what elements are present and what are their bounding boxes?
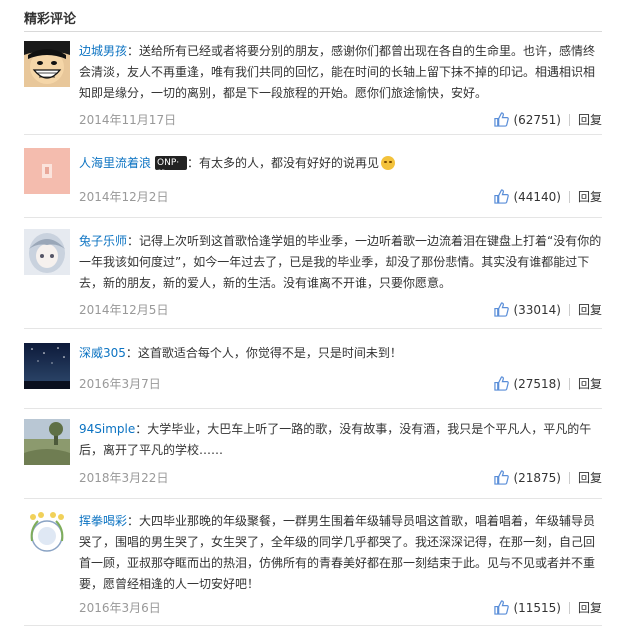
comment-date: 2016年3月6日	[79, 601, 161, 615]
comment-username[interactable]: 人海里流着浪	[79, 156, 151, 170]
luffy-avatar-icon	[24, 41, 70, 87]
comment-content: 人海里流着浪 ONP·粉 ：有太多的人，都没有好好的说再见	[79, 153, 602, 180]
comment-username[interactable]: 94Simple	[79, 422, 135, 436]
comment-item: 人海里流着浪 ONP·粉 ：有太多的人，都没有好好的说再见 2014年12月2日 (…	[24, 148, 602, 218]
comment-content: 边城男孩：送给所有已经或者将要分别的朋友，感谢你们都曾出现在各自的生命里。也许，…	[79, 41, 602, 104]
action-divider	[568, 377, 570, 390]
avatar[interactable]	[24, 419, 70, 465]
comment-divider	[24, 625, 602, 626]
crying-emoji-icon	[381, 156, 396, 170]
night-sky-avatar-icon	[24, 343, 70, 389]
comment-text: ：大四毕业那晚的年级聚餐，一群男生围着年级辅导员唱这首歌，唱着唱着，年级辅导员哭…	[79, 514, 596, 591]
pink-avatar-icon	[24, 148, 70, 194]
comment-text: ：记得上次听到这首歌恰逢学姐的毕业季，一边听着歌一边流着泪在键盘上打着“没有你的…	[79, 234, 602, 290]
comment-actions: (62751) 回复	[494, 111, 602, 128]
like-button[interactable]: (62751)	[494, 112, 561, 127]
like-button[interactable]: (21875)	[494, 470, 561, 485]
user-badge: ONP·粉	[155, 156, 188, 180]
comment-item: 边城男孩：送给所有已经或者将要分别的朋友，感谢你们都曾出现在各自的生命里。也许，…	[24, 41, 602, 135]
thumbs-up-icon	[494, 302, 510, 317]
comment-date: 2018年3月22日	[79, 471, 169, 485]
like-button[interactable]: (27518)	[494, 376, 561, 391]
comment-username[interactable]: 兔子乐师	[79, 234, 127, 248]
landscape-avatar-icon	[24, 419, 70, 465]
comment-actions: (27518) 回复	[494, 375, 602, 392]
reply-link[interactable]: 回复	[578, 301, 602, 318]
comment-item: 兔子乐师：记得上次听到这首歌恰逢学姐的毕业季，一边听着歌一边流着泪在键盘上打着“…	[24, 229, 602, 329]
comment-content: 94Simple：大学毕业，大巴车上听了一路的歌，没有故事，没有酒，我只是个平凡…	[79, 419, 602, 461]
avatar[interactable]	[24, 41, 70, 87]
like-button[interactable]: (11515)	[494, 600, 561, 615]
avatar[interactable]	[24, 511, 70, 557]
reply-link[interactable]: 回复	[578, 599, 602, 616]
comment-text: ：有太多的人，都没有好好的说再见	[187, 156, 380, 170]
reply-link[interactable]: 回复	[578, 111, 602, 128]
comment-item: 挥拳喝彩：大四毕业那晚的年级聚餐，一群男生围着年级辅导员唱这首歌，唱着唱着，年级…	[24, 511, 602, 626]
action-divider	[568, 190, 570, 203]
anime-girl-avatar-icon	[24, 229, 70, 275]
comment-item: 94Simple：大学毕业，大巴车上听了一路的歌，没有故事，没有酒，我只是个平凡…	[24, 419, 602, 499]
comment-actions: (33014) 回复	[494, 301, 602, 318]
reply-link[interactable]: 回复	[578, 469, 602, 486]
reply-link[interactable]: 回复	[578, 375, 602, 392]
section-title: 精彩评论	[24, 12, 77, 27]
like-count: (44140)	[513, 189, 561, 204]
thumbs-up-icon	[494, 189, 510, 204]
comment-content: 挥拳喝彩：大四毕业那晚的年级聚餐，一群男生围着年级辅导员唱这首歌，唱着唱着，年级…	[79, 511, 602, 595]
comment-text: ：大学毕业，大巴车上听了一路的歌，没有故事，没有酒，我只是个平凡人，平凡的午后，…	[79, 422, 592, 457]
comment-username[interactable]: 边城男孩	[79, 44, 127, 58]
like-count: (62751)	[513, 112, 561, 127]
thumbs-up-icon	[494, 112, 510, 127]
comment-divider	[24, 408, 602, 409]
action-divider	[568, 601, 570, 614]
like-count: (21875)	[513, 470, 561, 485]
avatar[interactable]	[24, 148, 70, 194]
comment-actions: (44140) 回复	[494, 188, 602, 205]
like-count: (33014)	[513, 302, 561, 317]
comment-actions: (11515) 回复	[494, 599, 602, 616]
comment-divider	[24, 328, 602, 329]
comment-username[interactable]: 深威305	[79, 346, 126, 360]
reply-link[interactable]: 回复	[578, 188, 602, 205]
comment-text: ：送给所有已经或者将要分别的朋友，感谢你们都曾出现在各自的生命里。也许，感情终会…	[79, 44, 596, 100]
action-divider	[568, 471, 570, 484]
comment-divider	[24, 498, 602, 499]
badge-label: ONP·粉	[157, 158, 180, 180]
comment-username[interactable]: 挥拳喝彩	[79, 514, 127, 528]
action-divider	[568, 303, 570, 316]
comment-date: 2014年12月5日	[79, 303, 169, 317]
comment-item: 深威305：这首歌适合每个人，你觉得不是，只是时间未到！ 2016年3月7日 (…	[24, 343, 602, 409]
comment-actions: (21875) 回复	[494, 469, 602, 486]
like-button[interactable]: (44140)	[494, 189, 561, 204]
comments-panel: 精彩评论 边城男孩：送给所有已经或者将要分别的朋友，感谢你们都曾出现在各自的生命…	[0, 0, 620, 631]
thumbs-up-icon	[494, 470, 510, 485]
like-count: (11515)	[513, 600, 561, 615]
like-button[interactable]: (33014)	[494, 302, 561, 317]
comment-divider	[24, 134, 602, 135]
comment-content: 深威305：这首歌适合每个人，你觉得不是，只是时间未到！	[79, 343, 602, 364]
comment-date: 2014年11月17日	[79, 113, 177, 127]
avatar[interactable]	[24, 343, 70, 389]
comment-date: 2016年3月7日	[79, 377, 161, 391]
action-divider	[568, 113, 570, 126]
like-count: (27518)	[513, 376, 561, 391]
comment-divider	[24, 217, 602, 218]
comment-content: 兔子乐师：记得上次听到这首歌恰逢学姐的毕业季，一边听着歌一边流着泪在键盘上打着“…	[79, 231, 602, 294]
thumbs-up-icon	[494, 600, 510, 615]
title-divider	[24, 31, 602, 32]
avatar[interactable]	[24, 229, 70, 275]
comment-date: 2014年12月2日	[79, 190, 169, 204]
thumbs-up-icon	[494, 376, 510, 391]
laurel-avatar-icon	[24, 511, 70, 557]
comment-text: ：这首歌适合每个人，你觉得不是，只是时间未到！	[125, 346, 402, 360]
